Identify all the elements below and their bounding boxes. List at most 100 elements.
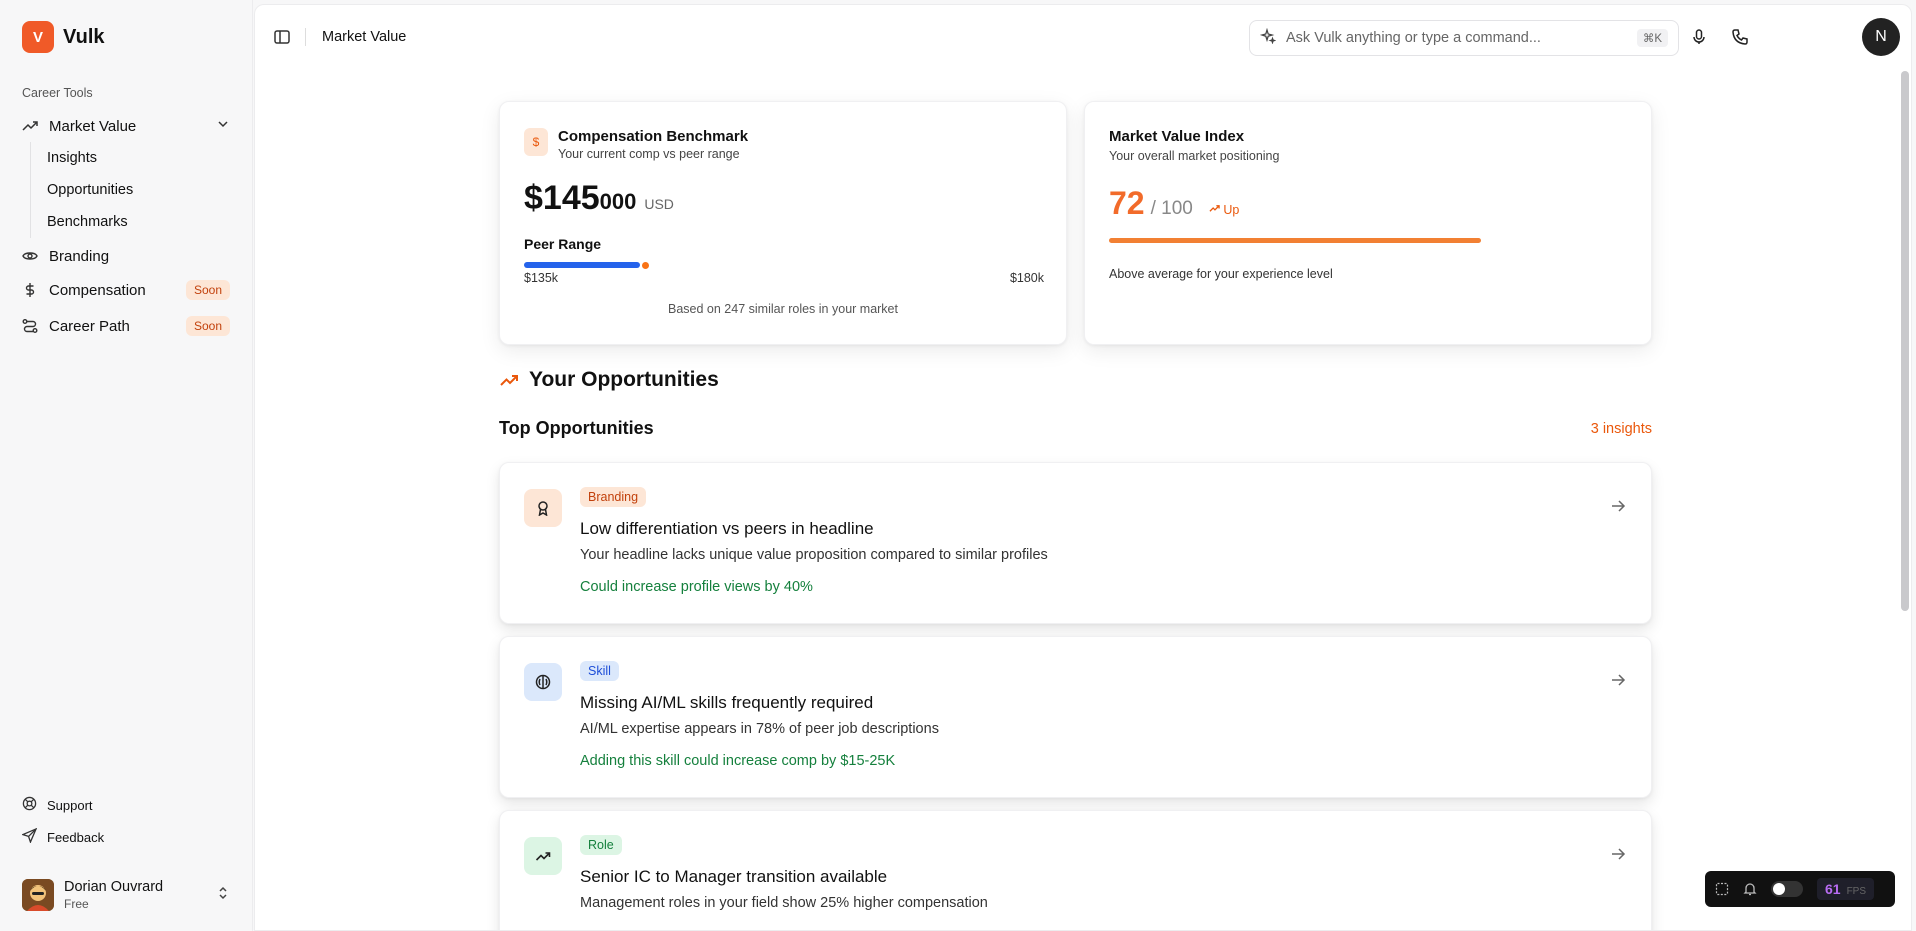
- sidebar-item-label: Career Path: [49, 317, 130, 335]
- user-name: Dorian Ouvrard: [64, 879, 164, 895]
- lifebuoy-icon: [22, 796, 37, 814]
- opportunity-title: Low differentiation vs peers in headline: [580, 519, 874, 538]
- send-icon: [21, 827, 38, 846]
- trend-badge: Up: [1209, 203, 1239, 217]
- market-value-submenu: Insights Opportunities Benchmarks: [30, 142, 230, 238]
- user-menu[interactable]: Dorian Ouvrard Free: [22, 859, 230, 931]
- peer-range-bar: [524, 261, 1044, 269]
- brain-icon: [535, 674, 551, 690]
- trend-label: Up: [1223, 203, 1240, 217]
- opportunity-card[interactable]: Skill Missing AI/ML skills frequently re…: [499, 636, 1652, 798]
- divider: [305, 28, 306, 46]
- feedback-label: Feedback: [47, 829, 105, 845]
- chevron-down-icon[interactable]: [216, 117, 230, 135]
- command-placeholder: Ask Vulk anything or type a command...: [1286, 30, 1541, 46]
- inspect-icon[interactable]: [1715, 882, 1729, 896]
- dollar-icon: $: [524, 128, 548, 156]
- opportunity-description: AI/ML expertise appears in 78% of peer j…: [580, 721, 939, 737]
- list-title: Top Opportunities: [499, 418, 654, 438]
- brand-name: Vulk: [63, 25, 105, 48]
- category-tag: Skill: [580, 661, 619, 681]
- range-max: $180k: [1009, 271, 1044, 285]
- user-plan: Free: [64, 897, 89, 911]
- fps-counter: 61 FPS: [1817, 878, 1875, 900]
- sidebar-toggle-icon[interactable]: [273, 28, 291, 46]
- opportunity-card[interactable]: Branding Low differentiation vs peers in…: [499, 462, 1652, 624]
- theme-toggle[interactable]: [1771, 881, 1803, 897]
- section-heading: Your Opportunities: [499, 368, 1652, 392]
- breadcrumb: Market Value: [322, 29, 407, 45]
- card-title: Market Value Index: [1109, 128, 1245, 145]
- opportunity-impact: Could increase profile views by 40%: [580, 579, 813, 595]
- brand-logo: V: [22, 21, 54, 53]
- index-progress-bar: [1109, 238, 1481, 243]
- your-comp-marker: [642, 261, 649, 269]
- opportunity-description: Your headline lacks unique value proposi…: [580, 547, 1048, 563]
- trending-up-icon: [535, 852, 551, 861]
- sidebar-item-career-path[interactable]: Career Path Soon: [22, 308, 230, 344]
- sidebar-item-label: Market Value: [49, 117, 137, 135]
- comp-amount: $145 000 USD: [524, 179, 1042, 218]
- opp-icon-wrap: [524, 837, 562, 875]
- shortcut-hint: ⌘K: [1636, 29, 1668, 47]
- opportunity-title: Missing AI/ML skills frequently required: [580, 693, 874, 712]
- bell-icon[interactable]: [1743, 882, 1757, 896]
- account-avatar[interactable]: N: [1862, 18, 1900, 56]
- trending-up-icon: [22, 118, 38, 134]
- command-search-input[interactable]: Ask Vulk anything or type a command... ⌘…: [1249, 20, 1679, 56]
- section-title: Your Opportunities: [529, 368, 719, 391]
- index-score: 72 / 100 Up: [1109, 185, 1627, 222]
- peer-range-label: Peer Range: [524, 236, 602, 252]
- sidebar-subitem-insights[interactable]: Insights: [47, 142, 230, 174]
- support-label: Support: [47, 797, 93, 813]
- market-index-card: Market Value Index Your overall market p…: [1084, 101, 1652, 345]
- main-panel: Market Value Ask Vulk anything or type a…: [254, 4, 1912, 931]
- topbar: Market Value Ask Vulk anything or type a…: [255, 5, 1911, 69]
- sidebar-item-label: Compensation: [49, 281, 146, 299]
- phone-icon[interactable]: [1731, 28, 1749, 46]
- fps-label: FPS: [1846, 886, 1867, 897]
- opp-icon-wrap: [524, 489, 562, 527]
- arrow-right-icon[interactable]: [1609, 671, 1627, 689]
- soon-badge: Soon: [185, 316, 230, 336]
- arrow-right-icon[interactable]: [1609, 497, 1627, 515]
- trending-up-icon: [1209, 205, 1220, 212]
- opportunity-description: Management roles in your field show 25% …: [580, 895, 988, 911]
- section-label: Career Tools: [22, 86, 93, 100]
- sidebar-subitem-opportunities[interactable]: Opportunities: [47, 174, 230, 206]
- card-note: Above average for your experience level: [1109, 267, 1333, 281]
- trending-up-icon: [500, 375, 518, 386]
- index-progress-fill: [1109, 238, 1481, 243]
- amount-currency: USD: [644, 196, 674, 212]
- devtools-toolbar: 61 FPS: [1705, 871, 1895, 907]
- sidebar-subitem-benchmarks[interactable]: Benchmarks: [47, 206, 230, 238]
- card-title: Compensation Benchmark: [558, 128, 749, 145]
- category-tag: Role: [580, 835, 622, 855]
- sidebar-item-market-value[interactable]: Market Value: [22, 110, 230, 142]
- card-note: Based on 247 similar roles in your marke…: [668, 302, 898, 316]
- feedback-link[interactable]: Feedback: [21, 821, 230, 853]
- insights-count[interactable]: 3 insights: [1591, 421, 1652, 437]
- opportunity-card[interactable]: Role Senior IC to Manager transition ava…: [499, 810, 1652, 930]
- microphone-icon[interactable]: [1690, 28, 1708, 46]
- soon-badge: Soon: [185, 280, 230, 300]
- index-value: 72: [1109, 185, 1145, 221]
- sparkles-icon: [1259, 27, 1277, 49]
- opportunity-title: Senior IC to Manager transition availabl…: [580, 867, 888, 886]
- user-avatar: [22, 879, 54, 911]
- arrow-right-icon[interactable]: [1609, 845, 1627, 863]
- route-icon: [22, 318, 38, 334]
- opportunity-impact: Adding this skill could increase comp by…: [580, 753, 896, 769]
- sidebar-item-branding[interactable]: Branding: [22, 240, 230, 272]
- dollar-icon: [22, 282, 38, 298]
- sidebar: V Vulk Career Tools Market Value Insight…: [0, 0, 253, 931]
- eye-icon: [22, 248, 38, 264]
- peer-range-fill: [524, 262, 640, 268]
- sidebar-item-label: Branding: [49, 247, 110, 265]
- support-link[interactable]: Support: [22, 789, 230, 821]
- brand[interactable]: V Vulk: [22, 0, 230, 74]
- sidebar-footer: Support Feedback Dorian Ouvrard Free: [21, 789, 230, 931]
- scrollbar[interactable]: [1901, 71, 1909, 611]
- amount-small: 000: [599, 189, 637, 214]
- sidebar-item-compensation[interactable]: Compensation Soon: [22, 272, 230, 308]
